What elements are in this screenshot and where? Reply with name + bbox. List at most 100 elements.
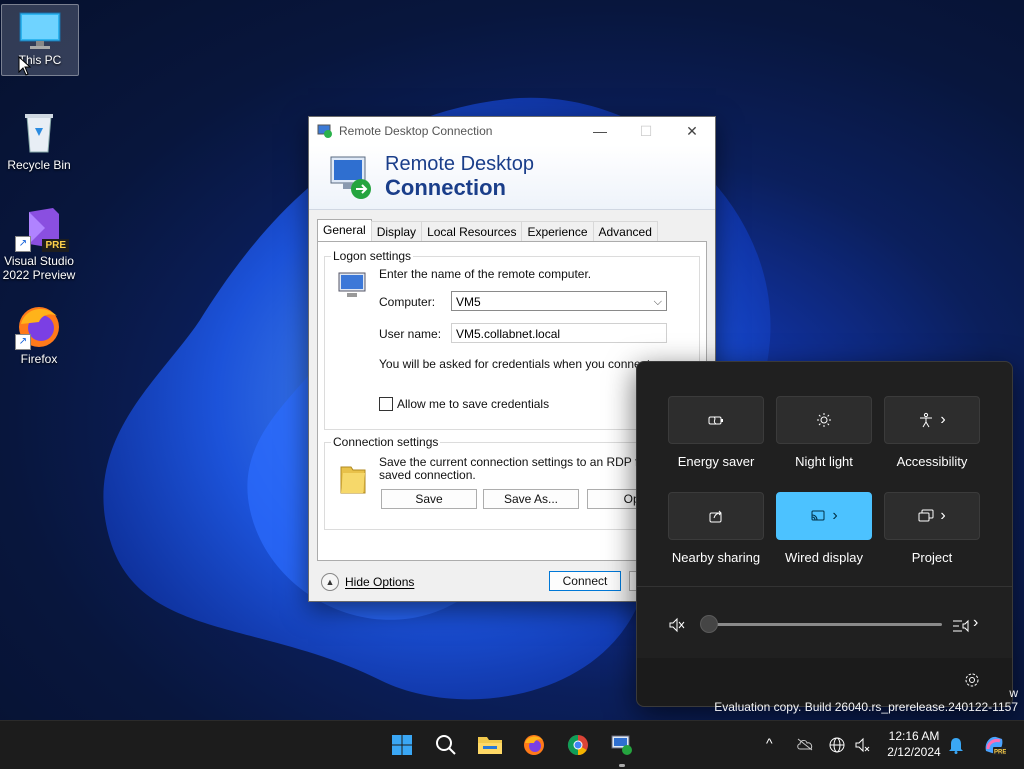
quick-settings-panel: Energy saver Night light › Accessibility… xyxy=(636,361,1013,707)
rdp-titlebar[interactable]: Remote Desktop Connection — ☐ ✕ xyxy=(309,117,715,145)
copilot-icon[interactable]: PRE xyxy=(982,733,1006,757)
connection-description-line2: saved connection. xyxy=(379,468,476,482)
project-tile[interactable]: › xyxy=(884,492,980,540)
tab-display[interactable]: Display xyxy=(370,221,423,242)
energy-saver-tile[interactable] xyxy=(668,396,764,444)
tab-local-resources[interactable]: Local Resources xyxy=(421,221,523,242)
volume-muted-icon[interactable] xyxy=(668,616,686,634)
chrome-icon xyxy=(567,734,588,756)
chevron-right-icon: › xyxy=(832,507,838,524)
night-light-label: Night light xyxy=(795,454,853,469)
accessibility-icon xyxy=(920,412,933,428)
clock-date: 2/12/2024 xyxy=(887,745,941,759)
connection-settings-label: Connection settings xyxy=(331,435,441,449)
onedrive-icon[interactable] xyxy=(796,737,814,751)
save-button[interactable]: Save xyxy=(381,489,477,509)
nearby-sharing-label: Nearby sharing xyxy=(671,550,761,565)
audio-output-icon[interactable] xyxy=(951,617,971,635)
folder-icon xyxy=(340,466,366,494)
close-button[interactable]: ✕ xyxy=(669,117,715,145)
computer-value: VM5 xyxy=(456,295,481,309)
desktop-icon-this-pc[interactable]: This PC xyxy=(1,4,79,76)
share-icon xyxy=(709,510,722,523)
wired-display-tile[interactable]: › xyxy=(776,492,872,540)
volume-slider-thumb[interactable] xyxy=(700,615,718,633)
cast-icon xyxy=(811,510,825,521)
firefox-taskbar-button[interactable] xyxy=(518,729,550,761)
tab-advanced[interactable]: Advanced xyxy=(592,221,658,242)
speaker-muted-icon[interactable] xyxy=(854,736,872,754)
mouse-cursor-icon xyxy=(18,56,32,76)
chevron-right-icon: › xyxy=(940,507,946,524)
show-hidden-icons-button[interactable]: ^ xyxy=(766,735,773,751)
desktop-icon-label: Recycle Bin xyxy=(7,158,71,172)
search-button[interactable] xyxy=(430,729,462,761)
save-credentials-checkbox[interactable] xyxy=(379,397,393,411)
start-button[interactable] xyxy=(386,729,418,761)
chevron-right-icon[interactable]: › xyxy=(973,614,978,632)
gear-icon[interactable] xyxy=(964,672,980,688)
preview-badge: PRE xyxy=(42,239,69,252)
quick-settings-footer xyxy=(637,658,1012,706)
project-icon xyxy=(918,509,934,522)
computer-label: Computer: xyxy=(379,295,436,309)
hide-options-label: Hide Options xyxy=(345,575,415,589)
accessibility-tile[interactable]: › xyxy=(884,396,980,444)
system-clock[interactable]: 12:16 AM 2/12/2024 xyxy=(882,728,946,760)
recycle-bin-icon xyxy=(15,108,63,156)
chevron-right-icon: › xyxy=(940,411,946,428)
minimize-button[interactable]: — xyxy=(577,117,623,145)
banner-line2: Connection xyxy=(385,175,506,200)
username-field[interactable]: VM5.collabnet.local xyxy=(451,323,667,343)
rdp-banner: Remote Desktop Connection xyxy=(309,145,715,210)
night-light-tile[interactable] xyxy=(776,396,872,444)
accessibility-label: Accessibility xyxy=(896,454,968,469)
energy-saver-label: Energy saver xyxy=(677,454,755,469)
connect-button[interactable]: Connect xyxy=(549,571,621,591)
credentials-note: You will be asked for credentials when y… xyxy=(379,357,654,371)
maximize-button[interactable]: ☐ xyxy=(623,117,669,145)
visual-studio-icon: PRE ↗ xyxy=(15,204,69,252)
file-explorer-button[interactable] xyxy=(474,729,506,761)
monitor-icon xyxy=(16,9,64,57)
desktop-icon-visual-studio[interactable]: PRE ↗ Visual Studio 2022 Preview xyxy=(1,200,77,282)
taskbar: ^ 12:16 AM 2/12/2024 PRE xyxy=(0,720,1024,769)
username-label: User name: xyxy=(379,327,442,341)
desktop-icon-label: Firefox xyxy=(20,352,58,366)
remote-desktop-icon xyxy=(611,735,632,755)
wired-display-label: Wired display xyxy=(784,550,864,565)
shortcut-arrow-icon: ↗ xyxy=(15,334,31,350)
night-light-icon xyxy=(817,413,831,427)
evaluation-watermark: w Evaluation copy. Build 26040.rs_prerel… xyxy=(714,686,1018,714)
desktop-icon-firefox[interactable]: ↗ Firefox xyxy=(1,298,77,366)
clock-time: 12:16 AM xyxy=(888,729,940,743)
svg-text:PRE: PRE xyxy=(994,750,1006,756)
computer-combobox[interactable]: VM5 ⌵ xyxy=(451,291,667,311)
save-as-button[interactable]: Save As... xyxy=(483,489,579,509)
project-label: Project xyxy=(911,550,953,565)
chrome-taskbar-button[interactable] xyxy=(562,729,594,761)
watermark-line1: w xyxy=(1009,686,1018,700)
connection-description-line1: Save the current connection settings to … xyxy=(379,455,665,469)
desktop-icon-recycle-bin[interactable]: Recycle Bin xyxy=(1,104,77,172)
desktop-icon-label: Visual Studio 2022 Preview xyxy=(2,254,76,282)
file-explorer-icon xyxy=(478,737,502,754)
start-icon xyxy=(392,735,412,755)
search-icon xyxy=(436,735,456,755)
quick-settings-divider xyxy=(637,586,1012,587)
chevron-down-icon: ⌵ xyxy=(653,296,662,308)
remote-desktop-taskbar-button[interactable] xyxy=(606,729,638,767)
network-globe-icon[interactable] xyxy=(828,736,846,754)
computer-icon xyxy=(338,272,366,297)
notification-bell-icon[interactable] xyxy=(948,736,964,754)
rdp-app-icon xyxy=(317,124,332,138)
tab-experience[interactable]: Experience xyxy=(521,221,594,242)
volume-slider-track[interactable] xyxy=(712,623,942,626)
save-credentials-label[interactable]: Allow me to save credentials xyxy=(397,397,549,411)
banner-line1: Remote Desktop xyxy=(385,153,534,175)
hide-options-toggle[interactable]: ▲ Hide Options xyxy=(321,573,414,591)
nearby-sharing-tile[interactable] xyxy=(668,492,764,540)
watermark-line2: Evaluation copy. Build 26040.rs_prerelea… xyxy=(714,700,1018,714)
username-value: VM5.collabnet.local xyxy=(456,327,561,341)
shortcut-arrow-icon: ↗ xyxy=(15,236,31,252)
